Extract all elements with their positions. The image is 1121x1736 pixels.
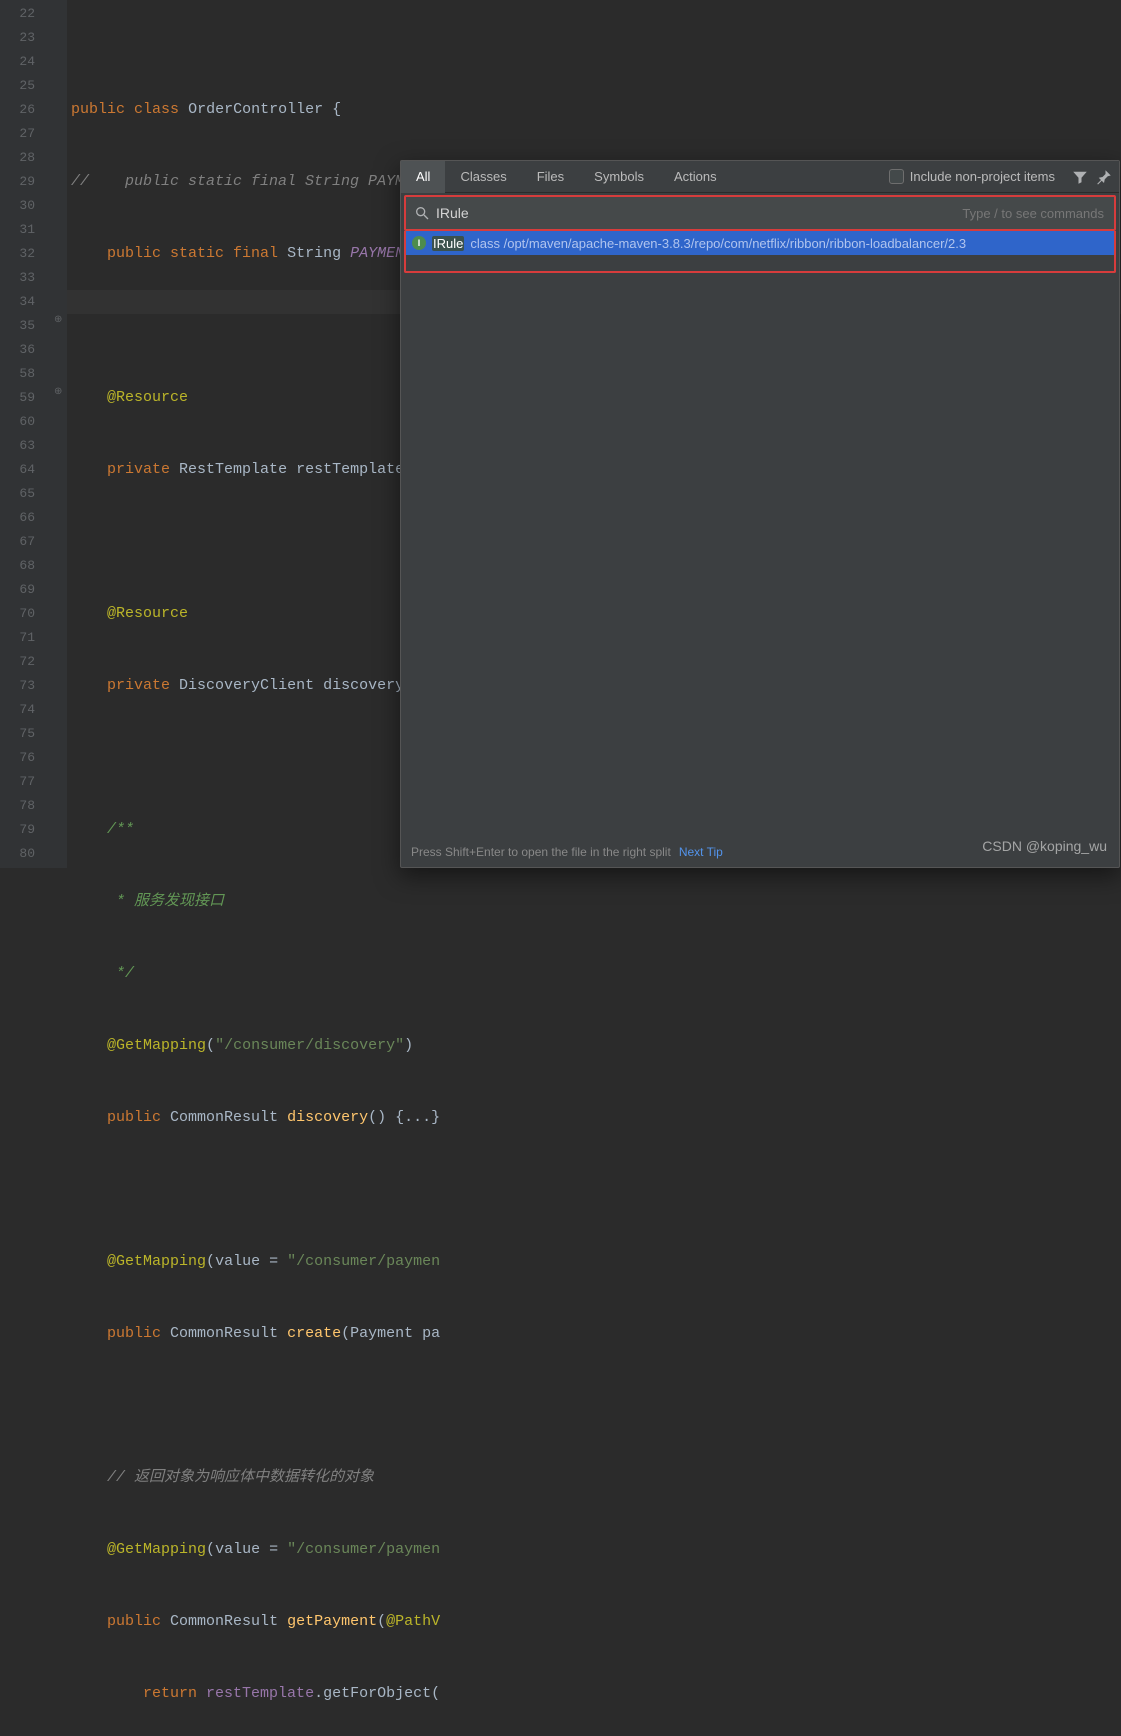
include-nonproject-checkbox[interactable]: Include non-project items: [889, 169, 1055, 184]
search-input[interactable]: [436, 205, 962, 221]
filter-icon[interactable]: [1071, 168, 1089, 186]
search-icon: [414, 205, 430, 221]
search-everywhere-popup: All Classes Files Symbols Actions Includ…: [400, 160, 1120, 868]
interface-icon: I: [412, 236, 426, 250]
popup-tabs: All Classes Files Symbols Actions Includ…: [401, 161, 1119, 193]
code-line: @GetMapping("/consumer/discovery"): [71, 1034, 1121, 1058]
fold-plus-icon[interactable]: ⊕: [54, 314, 62, 326]
code-line: return restTemplate.getForObject(: [71, 1682, 1121, 1706]
tab-classes[interactable]: Classes: [445, 161, 521, 193]
code-line: @GetMapping(value = "/consumer/paymen: [71, 1538, 1121, 1562]
pin-icon[interactable]: [1095, 168, 1113, 186]
next-tip-link[interactable]: Next Tip: [679, 845, 723, 859]
code-line: public CommonResult getPayment(@PathV: [71, 1610, 1121, 1634]
checkbox-icon[interactable]: [889, 169, 904, 184]
fold-plus-icon[interactable]: ⊕: [54, 386, 62, 398]
code-line: public CommonResult create(Payment pa: [71, 1322, 1121, 1346]
tab-actions[interactable]: Actions: [659, 161, 732, 193]
search-field-row: Type / to see commands: [404, 195, 1116, 231]
watermark: CSDN @koping_wu: [982, 838, 1107, 854]
result-kind: class: [470, 236, 500, 251]
code-line: @GetMapping(value = "/consumer/paymen: [71, 1250, 1121, 1274]
tab-files[interactable]: Files: [522, 161, 579, 193]
include-label: Include non-project items: [910, 169, 1055, 184]
tab-all[interactable]: All: [401, 161, 445, 193]
result-path: /opt/maven/apache-maven-3.8.3/repo/com/n…: [504, 236, 967, 251]
result-match: IRule: [432, 236, 464, 251]
results-box: I IRule class /opt/maven/apache-maven-3.…: [404, 231, 1116, 273]
code-line: public CommonResult discovery() {...}: [71, 1106, 1121, 1130]
footer-hint: Press Shift+Enter to open the file in th…: [411, 845, 671, 859]
popup-body: [401, 276, 1119, 837]
line-gutter: 2223242526272829303132333435365859606364…: [0, 0, 53, 868]
code-line: * 服务发现接口: [71, 890, 1121, 914]
search-hint: Type / to see commands: [962, 206, 1104, 221]
fold-bar: ⊕ ⊕: [53, 0, 67, 868]
search-result[interactable]: I IRule class /opt/maven/apache-maven-3.…: [406, 231, 1114, 255]
code-line: */: [71, 962, 1121, 986]
code-line: public class OrderController {: [71, 98, 1121, 122]
tab-symbols[interactable]: Symbols: [579, 161, 659, 193]
code-line: // 返回对象为响应体中数据转化的对象: [71, 1466, 1121, 1490]
